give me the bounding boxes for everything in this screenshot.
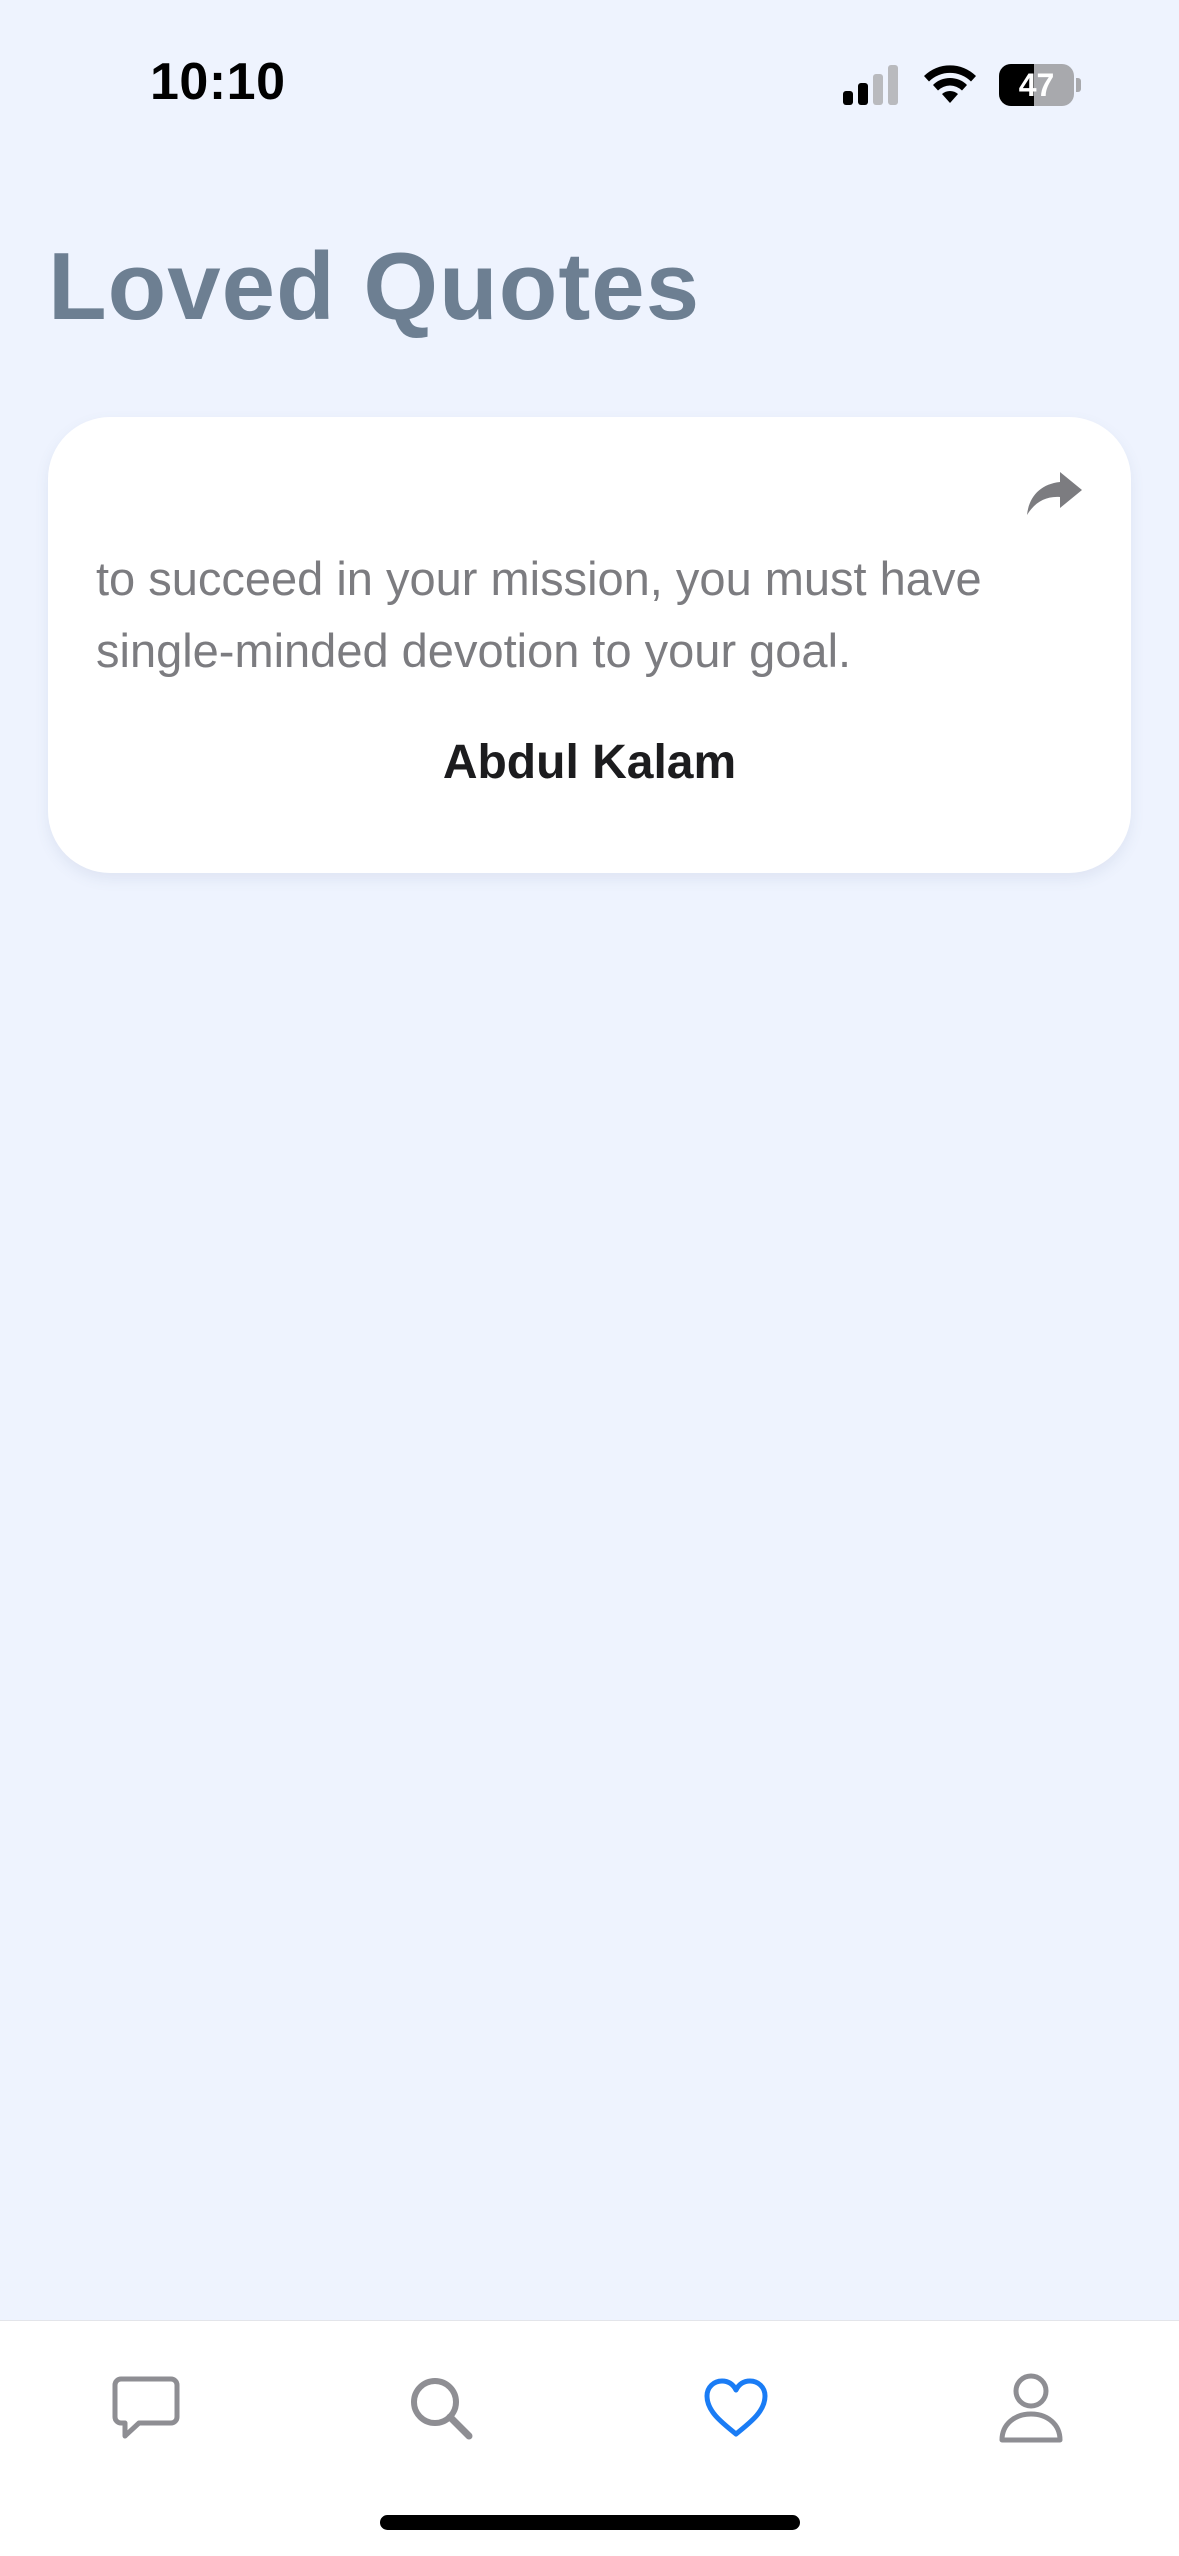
search-icon xyxy=(411,2378,473,2440)
tab-search[interactable] xyxy=(386,2353,496,2463)
status-time: 10:10 xyxy=(150,53,286,111)
wifi-icon xyxy=(924,65,976,103)
battery-cap xyxy=(1076,78,1081,92)
quote-author: Abdul Kalam xyxy=(442,736,737,789)
cellular-signal-icon xyxy=(843,65,898,105)
share-arrow-icon xyxy=(1027,472,1082,515)
heart-icon xyxy=(704,2378,768,2437)
battery-level-text: 47 xyxy=(1018,66,1055,103)
status-icons: 47 xyxy=(843,62,1081,108)
quote-text: to succeed in your mission, you must hav… xyxy=(96,552,982,677)
quote-card: to succeed in your mission, you must hav… xyxy=(48,417,1131,873)
share-button[interactable] xyxy=(1021,467,1087,523)
home-indicator[interactable] xyxy=(380,2515,800,2530)
chat-bubble-icon xyxy=(112,2376,180,2439)
page-title: Loved Quotes xyxy=(48,233,701,340)
battery-body: 47 xyxy=(999,64,1075,106)
tab-favorites[interactable] xyxy=(681,2353,791,2463)
status-bar: 10:10 47 xyxy=(0,0,1179,150)
tab-profile[interactable] xyxy=(976,2353,1086,2463)
tab-chat[interactable] xyxy=(91,2353,201,2463)
battery-indicator: 47 xyxy=(999,64,1081,106)
loved-quotes-screen: 10:10 47 Loved Quotes to succeed in your… xyxy=(0,0,1179,2556)
person-icon xyxy=(999,2373,1063,2443)
